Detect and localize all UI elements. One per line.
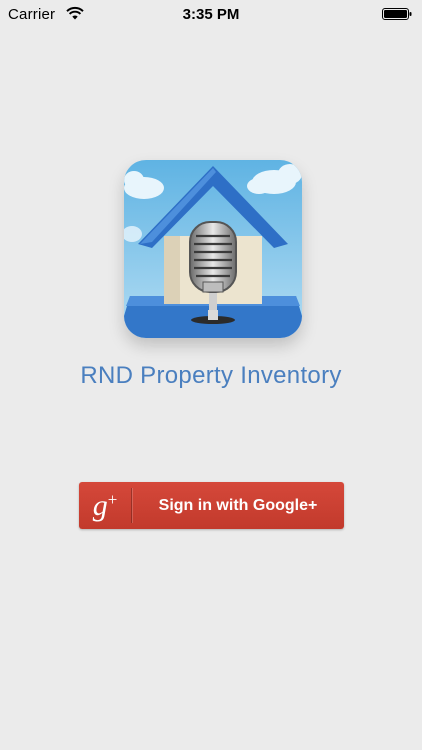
battery-icon — [382, 8, 412, 20]
google-sign-in-label: Sign in with Google+ — [158, 497, 318, 514]
google-plus-icon: g+ — [79, 482, 131, 529]
app-logo — [124, 160, 302, 338]
house-microphone-icon — [124, 160, 302, 338]
google-sign-in-button[interactable]: g+ Sign in with Google+ — [79, 482, 344, 529]
google-plus-g: g — [92, 489, 108, 522]
app-title: RND Property Inventory — [80, 362, 342, 389]
google-plus-plus: + — [107, 490, 118, 509]
status-time: 3:35 PM — [182, 6, 240, 23]
status-bar: Carrier 3:35 PM — [0, 0, 422, 30]
